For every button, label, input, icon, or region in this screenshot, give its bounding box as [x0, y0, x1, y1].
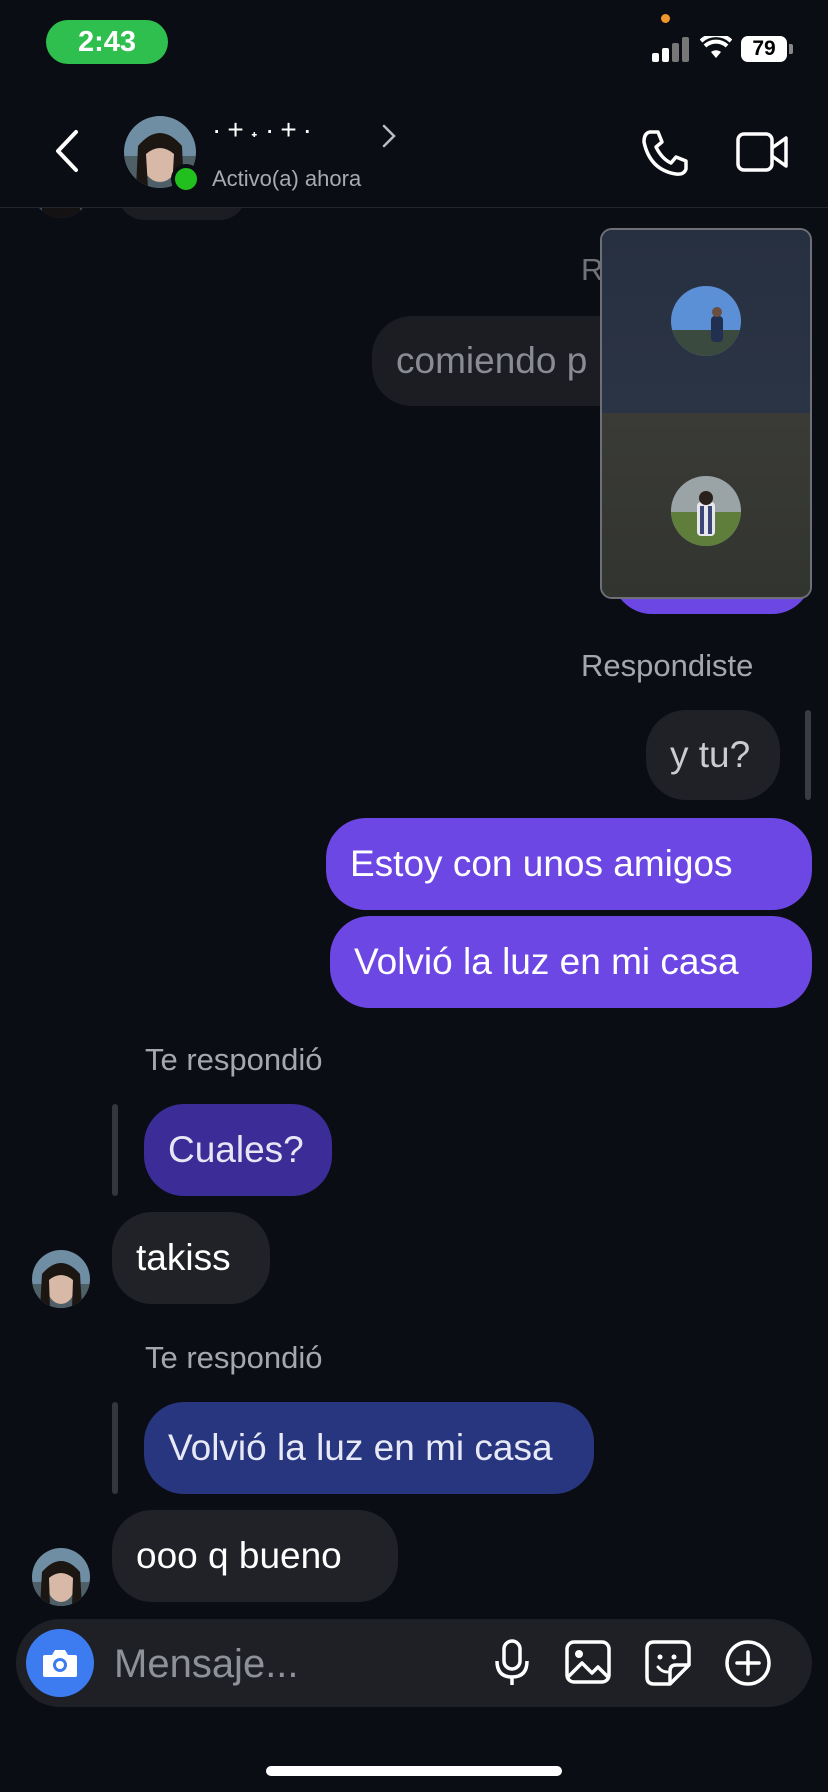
reply-bar-1 [112, 1104, 118, 1196]
wifi-icon [700, 36, 732, 58]
received-message-takiss[interactable]: takiss [112, 1212, 270, 1304]
pip-local-tile [602, 413, 810, 597]
pip-local-avatar [671, 476, 741, 546]
chevron-right-icon[interactable] [382, 124, 396, 148]
received-message-ooo[interactable]: ooo q bueno [112, 1510, 398, 1602]
home-indicator [266, 1766, 562, 1776]
quoted-message-volvio[interactable]: Volvió la luz en mi casa [144, 1402, 594, 1494]
battery-icon: 79 [741, 36, 787, 62]
replied-label: Respondiste [581, 648, 754, 683]
back-arrow-icon[interactable] [52, 128, 82, 174]
pip-remote-avatar [671, 286, 741, 356]
video-call-icon[interactable] [736, 132, 788, 172]
reply-label-1: Te respondió [145, 1042, 323, 1077]
reply-label-2: Te respondió [145, 1340, 323, 1375]
message-input[interactable] [112, 1635, 476, 1693]
mic-indicator-dot [661, 14, 670, 23]
sent-message-estoy[interactable]: Estoy con unos amigos [326, 818, 812, 910]
phone-call-icon[interactable] [640, 128, 690, 178]
camera-icon [43, 1650, 77, 1677]
sender-avatar[interactable] [32, 1548, 90, 1606]
pip-remote-tile [602, 230, 810, 413]
signal-icon [652, 36, 690, 62]
scroll-indicator [805, 710, 811, 800]
contact-name[interactable]: ·+˖·+· [212, 114, 318, 146]
sticker-icon[interactable] [644, 1639, 692, 1687]
sent-message-volvio[interactable]: Volvió la luz en mi casa [330, 916, 812, 1008]
quoted-message-cuales[interactable]: Cuales? [144, 1104, 332, 1196]
status-time: 2:43 [46, 20, 168, 64]
microphone-icon[interactable] [492, 1639, 532, 1687]
active-status: Activo(a) ahora [212, 166, 362, 191]
reply-bar-2 [112, 1402, 118, 1494]
message-composer [16, 1619, 812, 1707]
chat-header: ·+˖·+· Activo(a) ahora [0, 100, 828, 208]
pip-call-window[interactable] [600, 228, 812, 599]
online-status-dot [171, 164, 201, 194]
add-more-icon[interactable] [724, 1639, 772, 1687]
sender-avatar[interactable] [32, 1250, 90, 1308]
quoted-message-y-tu[interactable]: y tu? [646, 710, 780, 800]
battery-nub [789, 44, 793, 54]
gallery-icon[interactable] [564, 1639, 612, 1685]
camera-button[interactable] [26, 1629, 94, 1697]
